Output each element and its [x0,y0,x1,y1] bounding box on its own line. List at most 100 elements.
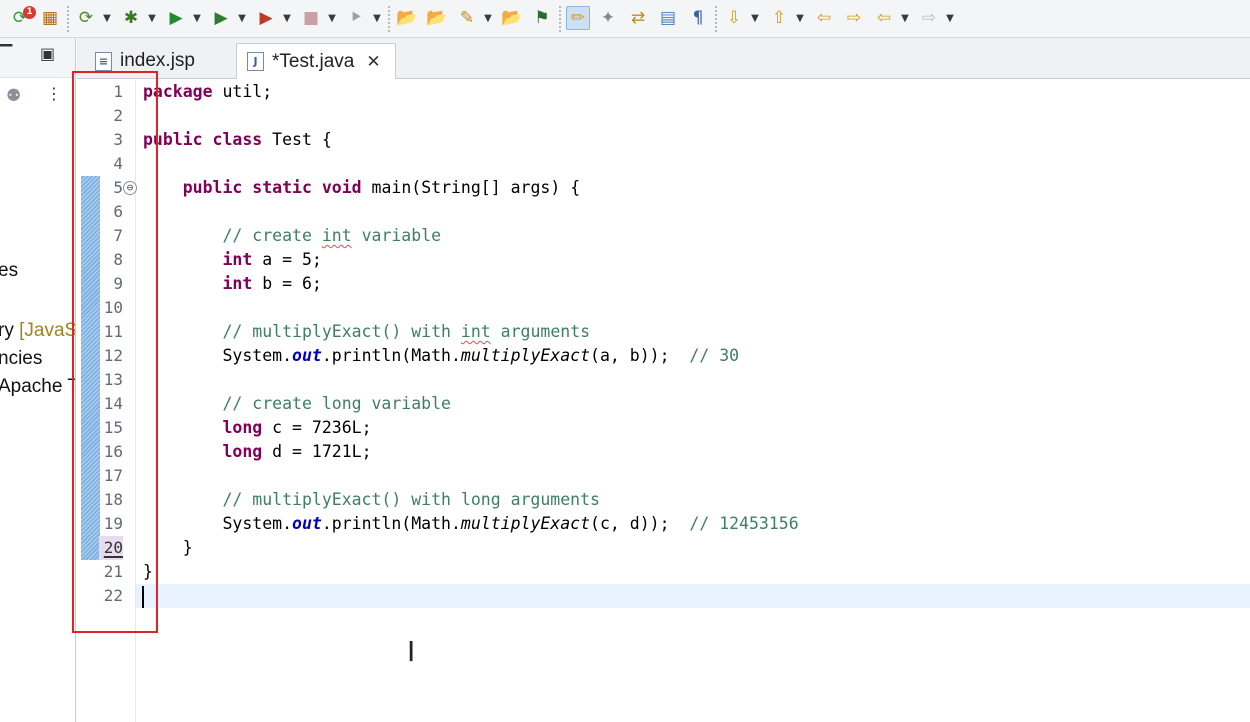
tree-item[interactable]: ncies [0,348,42,370]
last-edit-location-icon[interactable]: ⇦ [812,6,836,30]
chevron-down-icon[interactable]: ▼ [281,10,293,26]
stop-icon[interactable]: ■ [299,6,323,30]
code-token: int [222,274,253,293]
mark-occurrences-icon[interactable]: ✏ [566,6,590,30]
refresh-icon[interactable]: ⟳ 1 [8,6,36,30]
code-line[interactable]: System.out.println(Math.multiplyExact(c,… [143,512,798,536]
line-number: 13 [103,370,123,389]
chevron-down-icon[interactable]: ▼ [101,10,113,26]
jsp-file-icon: ≡ [95,51,112,71]
chevron-down-icon[interactable]: ▼ [191,10,203,26]
fold-toggle-icon[interactable]: ⊖ [123,181,137,195]
previous-annotation-icon[interactable]: ⇧ [767,6,791,30]
minimize-icon[interactable]: ▔ [0,46,12,62]
disconnect-icon[interactable]: ⯈ [344,6,368,30]
show-source-icon[interactable]: ▤ [656,6,680,30]
code-line[interactable]: // multiplyExact() with long arguments [143,488,600,512]
code-line[interactable]: long c = 7236L; [143,416,371,440]
main-toolbar: ⟳ 1 ▦ ⟳ ▼ ✱ ▼ ▶ ▼ ▶ ▼ ▶ ▼ ■ ▼ ⯈ ▼ 📂 📂 ✎ ▼ 📂 ⚑ ✏ ✦ ⇄ ▤ ¶ ⇩ ▼ ⇧ ▼ ⇦ ⇨ ⇦ ▼ ⇨ ▼ [0,0,1250,38]
tree-item[interactable]: ry [JavaS [0,320,75,342]
line-number: 10 [103,298,123,317]
run-icon[interactable]: ▶ [164,6,188,30]
code-token: out [292,346,322,365]
next-edit-location-icon[interactable]: ⇨ [842,6,866,30]
line-number: 22 [103,586,123,605]
code-token: multiplyExact [460,514,591,533]
chevron-down-icon[interactable]: ▼ [236,10,248,26]
code-line[interactable]: // multiplyExact() with int arguments [143,320,590,344]
open-task-icon[interactable]: 📂 [500,6,524,30]
code-line[interactable]: int a = 5; [143,248,322,272]
open-type-icon[interactable]: 📂 [395,6,419,30]
tree-item-label: Apache T [0,376,76,397]
editor-tab-bar: ≡ index.jsp J *Test.java ✕ [77,38,1250,79]
run-server-icon[interactable]: ▶ [209,6,233,30]
ruler-divider [135,80,136,722]
close-icon[interactable]: ✕ [366,52,380,72]
chevron-down-icon[interactable]: ▼ [794,10,806,26]
code-line[interactable]: package util; [143,80,272,104]
maximize-icon[interactable]: ▣ [40,46,55,62]
code-token: long [222,418,263,437]
toolbar-separator [559,6,561,32]
code-line[interactable]: // create long variable [143,392,450,416]
line-number: 3 [113,130,123,149]
code-token: public [182,178,243,197]
gift-box-icon[interactable]: ▦ [38,6,62,30]
line-number: 1 [113,82,123,101]
open-resource-icon[interactable]: 📂 [425,6,449,30]
line-number: 21 [103,562,123,581]
code-line[interactable]: // create int variable [143,224,441,248]
tree-item[interactable]: es [0,260,18,282]
code-line[interactable]: long d = 1721L; [143,440,371,464]
code-line[interactable]: System.out.println(Math.multiplyExact(a,… [143,344,739,368]
code-line[interactable]: int b = 6; [143,272,321,296]
line-number: 11 [103,322,123,341]
code-token: a = 5; [252,250,322,269]
code-line[interactable]: } [143,536,193,560]
chevron-down-icon[interactable]: ▼ [944,10,956,26]
block-selection-icon[interactable]: ✦ [596,6,620,30]
tree-item-label: ncies [0,348,43,369]
chevron-down-icon[interactable]: ▼ [146,10,158,26]
code-token: out [292,514,322,533]
code-token: variable [351,226,442,245]
text-caret [142,586,144,608]
view-menu-icon[interactable]: ⋮ [46,86,62,102]
link-with-editor-icon[interactable]: ⚉ [6,88,21,105]
tab-test-java[interactable]: J *Test.java ✕ [236,43,396,79]
code-token: Test { [262,130,332,149]
toggle-breadcrumb-icon[interactable]: ⚑ [530,6,554,30]
external-tools-icon[interactable]: ▶ [254,6,278,30]
next-annotation-icon[interactable]: ⇩ [722,6,746,30]
chevron-down-icon[interactable]: ▼ [326,10,338,26]
line-number: 14 [103,394,123,413]
line-number: 18 [103,490,123,509]
text-cursor-icon: I [407,635,416,668]
chevron-down-icon[interactable]: ▼ [899,10,911,26]
code-token: int [460,322,491,341]
tree-item[interactable]: Apache T [0,376,76,398]
back-icon[interactable]: ⇦ [872,6,896,30]
code-editor[interactable]: 1 package util; 2 3 public class Test {4 5 ⊖ p… [77,80,1250,722]
forward-icon[interactable]: ⇨ [917,6,941,30]
search-icon[interactable]: ✎ [455,6,479,30]
chevron-down-icon[interactable]: ▼ [371,10,383,26]
show-whitespace-icon[interactable]: ¶ [686,6,710,30]
build-icon[interactable]: ⟳ [74,6,98,30]
line-number: 8 [113,250,123,269]
chevron-down-icon[interactable]: ▼ [482,10,494,26]
code-token: (c, d)); [590,514,690,533]
code-line[interactable]: public static void main(String[] args) { [143,176,580,200]
code-token: package [143,82,213,101]
word-wrap-icon[interactable]: ⇄ [626,6,650,30]
tab-index-jsp[interactable]: ≡ index.jsp [91,43,231,79]
chevron-down-icon[interactable]: ▼ [749,10,761,26]
debug-bug-icon[interactable]: ✱ [119,6,143,30]
code-line[interactable]: public class Test { [143,128,332,152]
code-line[interactable]: } [143,560,153,584]
